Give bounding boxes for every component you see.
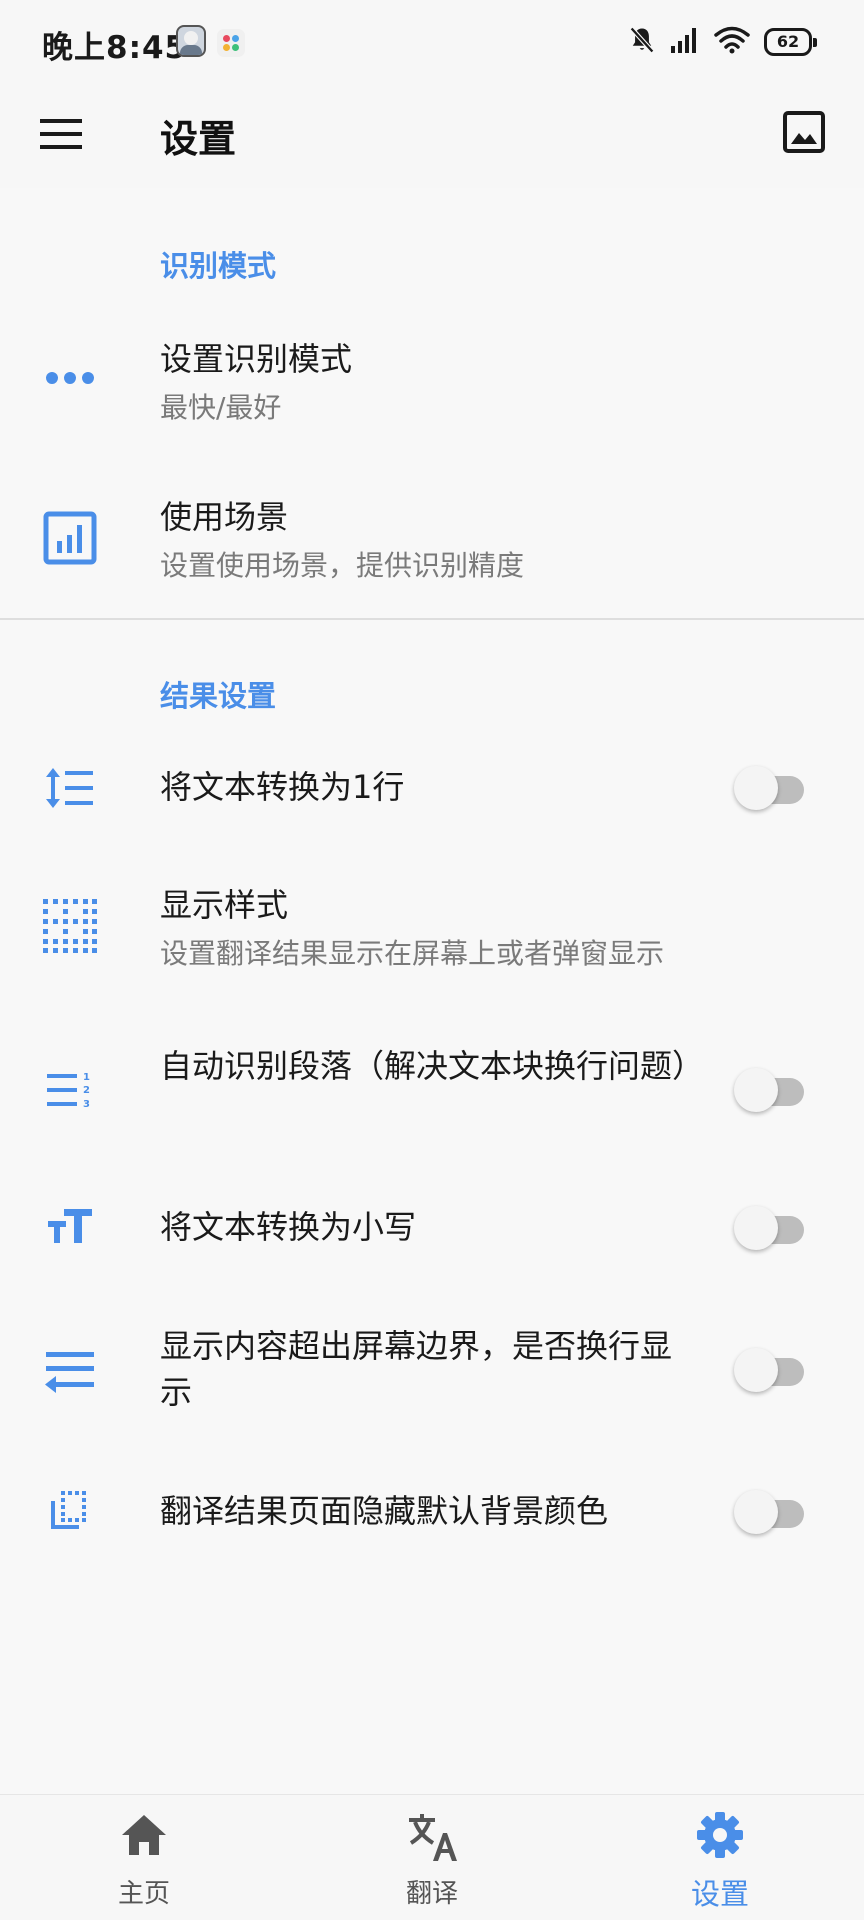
nav-label-translate: 翻译: [405, 1879, 458, 1909]
toggle-thumb: [734, 1490, 778, 1534]
flip-to-back-icon: [36, 1488, 104, 1532]
settings-row-recognition-mode[interactable]: 设置识别模式 最快/最好: [0, 330, 864, 430]
settings-row-single-line[interactable]: 将文本转换为1行: [0, 750, 864, 826]
nav-label-home: 主页: [117, 1879, 170, 1909]
page-title: 设置: [160, 117, 237, 161]
image-picker-button[interactable]: [776, 104, 832, 160]
row-title: 显示内容超出屏幕边界，是否换行显示: [160, 1327, 673, 1411]
nav-item-settings[interactable]: 设置: [576, 1795, 864, 1920]
battery-indicator: 62: [764, 28, 817, 56]
settings-row-lowercase[interactable]: 将文本转换为小写: [0, 1190, 864, 1266]
text-size-icon: [36, 1204, 104, 1248]
status-bar: 晚上8:45 62: [0, 0, 864, 84]
line-spacing-icon: [36, 766, 104, 810]
svg-text:2: 2: [83, 1085, 90, 1096]
nav-label-settings: 设置: [690, 1877, 749, 1911]
settings-row-display-style[interactable]: 显示样式 设置翻译结果显示在屏幕上或者弹窗显示: [0, 876, 864, 976]
auto-paragraph-toggle[interactable]: [734, 1068, 804, 1112]
svg-text:3: 3: [83, 1099, 90, 1110]
settings-screen: 晚上8:45 62 设置 识别模式 设置识别模式 最快/最好 使用场景 设置使用…: [0, 0, 864, 1920]
section-header-recognition: 识别模式: [160, 249, 277, 283]
toggle-thumb: [734, 1068, 778, 1112]
single-line-toggle[interactable]: [734, 766, 804, 810]
settings-row-wrap-overflow[interactable]: 显示内容超出屏幕边界，是否换行显示: [0, 1320, 864, 1420]
row-title: 将文本转换为小写: [160, 1208, 417, 1246]
settings-row-hide-background[interactable]: 翻译结果页面隐藏默认背景颜色: [0, 1474, 864, 1550]
row-title: 将文本转换为1行: [160, 768, 405, 806]
wrap-overflow-toggle[interactable]: [734, 1348, 804, 1392]
menu-button[interactable]: [34, 106, 90, 162]
svg-text:1: 1: [83, 1072, 90, 1083]
row-title: 显示样式: [160, 886, 289, 924]
menu-icon: [40, 119, 82, 149]
nav-item-translate[interactable]: 翻译: [288, 1795, 576, 1920]
toggle-thumb: [734, 1348, 778, 1392]
row-title: 设置识别模式: [160, 340, 353, 378]
signal-icon: [670, 26, 700, 58]
row-subtitle: 最快/最好: [160, 391, 282, 424]
swap-arrows-icon: [36, 1346, 104, 1394]
section-divider: [0, 618, 864, 620]
toggle-thumb: [734, 1206, 778, 1250]
status-indicators: 62: [628, 24, 817, 60]
row-title: 使用场景: [160, 498, 289, 536]
settings-row-usage-scene[interactable]: 使用场景 设置使用场景，提供识别精度: [0, 488, 864, 588]
wifi-icon: [714, 26, 750, 58]
row-title: 翻译结果页面隐藏默认背景颜色: [160, 1492, 609, 1530]
dotted-grid-icon: [36, 898, 104, 954]
app-notification-icon: [217, 29, 245, 57]
row-subtitle: 设置使用场景，提供识别精度: [160, 549, 525, 582]
image-icon: [783, 111, 825, 153]
section-header-result: 结果设置: [160, 679, 277, 713]
bottom-navigation: 主页 翻译 设置: [0, 1794, 864, 1920]
numbered-list-icon: 1 2 3: [36, 1068, 104, 1112]
more-horiz-icon: [36, 356, 104, 400]
row-title: 自动识别段落（解决文本块换行问题）: [160, 1047, 705, 1085]
toggle-thumb: [734, 766, 778, 810]
lowercase-toggle[interactable]: [734, 1206, 804, 1250]
translate-icon: [288, 1813, 576, 1865]
avatar-icon: [176, 25, 206, 57]
row-subtitle: 设置翻译结果显示在屏幕上或者弹窗显示: [160, 937, 665, 970]
mute-icon: [628, 25, 656, 59]
home-icon: [0, 1813, 288, 1865]
settings-row-auto-paragraph[interactable]: 1 2 3 自动识别段落（解决文本块换行问题）: [0, 1040, 864, 1140]
hide-background-toggle[interactable]: [734, 1490, 804, 1534]
settings-icon: [576, 1811, 864, 1863]
bar-chart-icon: [36, 510, 104, 566]
nav-item-home[interactable]: 主页: [0, 1795, 288, 1920]
app-bar: 设置: [0, 84, 864, 188]
status-time: 晚上8:45: [42, 30, 188, 66]
